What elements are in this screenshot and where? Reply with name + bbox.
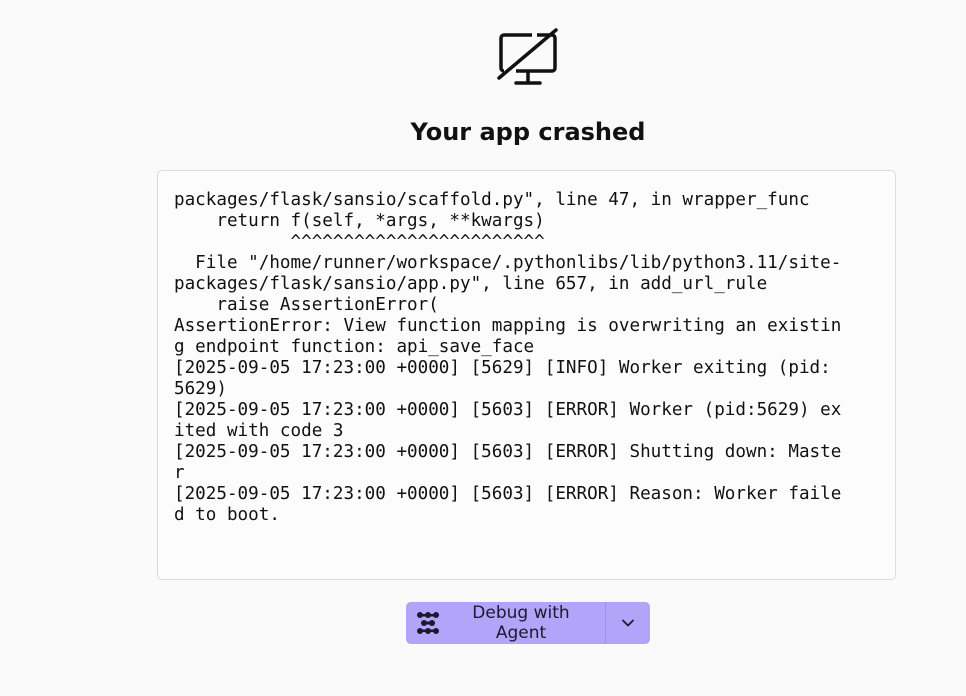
monitor-off-icon	[497, 28, 558, 85]
page-title: Your app crashed	[410, 118, 646, 146]
log-line: packages/flask/sansio/app.py", line 657,…	[174, 274, 768, 294]
log-line: [2025-09-05 17:23:00 +0000] [5629] [INFO…	[174, 358, 831, 378]
log-line: [2025-09-05 17:23:00 +0000] [5603] [ERRO…	[174, 442, 842, 462]
log-line: File "/home/runner/workspace/.pythonlibs…	[174, 253, 842, 273]
log-line: d to boot.	[174, 505, 280, 525]
log-line: ited with code 3	[174, 421, 344, 441]
crash-page: Your app crashed packages/flask/sansio/s…	[0, 0, 966, 696]
debug-options-dropdown-button[interactable]	[606, 602, 650, 644]
log-line: g endpoint function: api_save_face	[174, 337, 535, 357]
log-line: [2025-09-05 17:23:00 +0000] [5603] [ERRO…	[174, 400, 842, 420]
log-line: raise AssertionError(	[174, 295, 439, 315]
log-line: AssertionError: View function mapping is…	[174, 316, 842, 336]
chevron-down-icon	[622, 619, 634, 627]
log-line: 5629)	[174, 379, 227, 399]
log-line: ^^^^^^^^^^^^^^^^^^^^^^^^	[174, 232, 545, 252]
log-line: [2025-09-05 17:23:00 +0000] [5603] [ERRO…	[174, 484, 842, 504]
log-line: r	[174, 463, 185, 483]
debug-with-agent-button[interactable]: Debug with Agent	[406, 602, 605, 644]
agent-icon	[417, 612, 439, 634]
error-log-panel[interactable]: packages/flask/sansio/scaffold.py", line…	[157, 170, 896, 580]
debug-button-label: Debug with Agent	[472, 603, 570, 643]
log-line: return f(self, *args, **kwargs)	[174, 211, 545, 231]
log-line: packages/flask/sansio/scaffold.py", line…	[174, 190, 810, 210]
error-log-text: packages/flask/sansio/scaffold.py", line…	[158, 171, 895, 526]
debug-button-group: Debug with Agent	[406, 602, 650, 644]
